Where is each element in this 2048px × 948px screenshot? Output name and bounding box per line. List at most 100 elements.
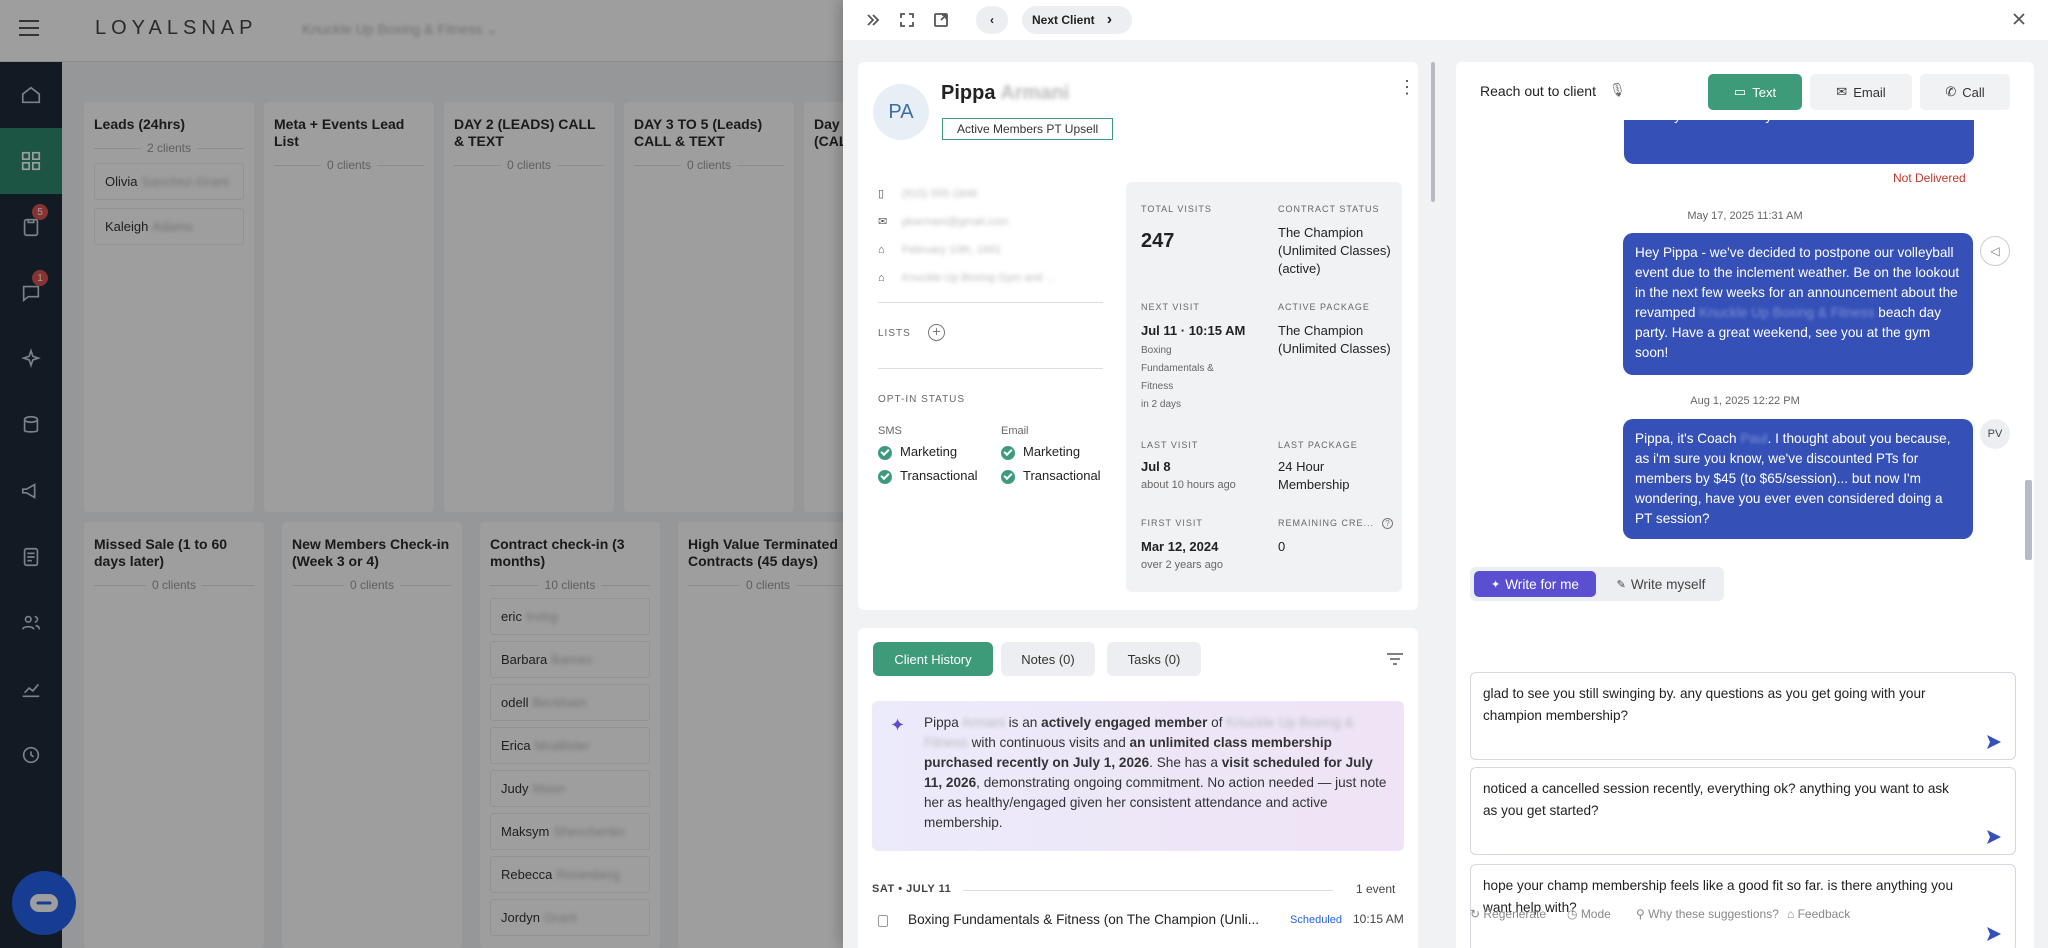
optin-sms-label: SMS xyxy=(878,425,902,437)
check-icon xyxy=(878,445,892,460)
outreach-panel: survey to give me your feedback? Reply w… xyxy=(1456,62,2034,948)
chevron-right-icon: › xyxy=(1106,11,1113,28)
sender-avatar: PV xyxy=(1980,419,2010,449)
contact-info: ▯ (915) 555-1848 ✉ pkarmani@gmail.com ⌂ Feb… xyxy=(878,180,1108,292)
message-date: May 17, 2025 11:31 AM xyxy=(1687,210,1803,222)
active-package-label: ACTIVE PACKAGE xyxy=(1278,302,1370,312)
divider xyxy=(878,368,1103,369)
regenerate-button[interactable]: ↻ Regenerate xyxy=(1470,907,1546,921)
suggestion-card[interactable]: glad to see you still swinging by. any q… xyxy=(1470,672,2016,760)
panel-scrollbar[interactable] xyxy=(2025,480,2030,560)
event-title: Boxing Fundamentals & Fitness (on The Ch… xyxy=(908,912,1260,927)
chevron-left-icon: ‹ xyxy=(990,13,994,27)
last-package-value: 24 Hour Membership xyxy=(1278,459,1350,492)
location-home-icon: ⌂ xyxy=(878,272,885,284)
next-client-label: Next Client xyxy=(1032,13,1095,27)
contact-phone[interactable]: ▯ (915) 555-1848 xyxy=(878,180,1108,208)
email-marketing: Marketing xyxy=(1001,443,1080,461)
total-visits-label: TOTAL VISITS xyxy=(1141,204,1212,214)
first-visit-label: FIRST VISIT xyxy=(1141,518,1203,528)
tab-tasks[interactable]: Tasks (0) xyxy=(1107,642,1201,676)
event-time: 10:15 AM xyxy=(1353,912,1404,926)
mail-icon: ✉ xyxy=(878,216,888,228)
ai-summary: ✦ Pippa Armani is an actively engaged me… xyxy=(872,701,1404,851)
more-options-icon[interactable]: ⋮ xyxy=(1398,78,1416,96)
client-last-name: Armani xyxy=(1000,82,1070,104)
write-for-me-button[interactable]: ✦ Write for me xyxy=(1474,571,1596,597)
tab-client-history[interactable]: Client History xyxy=(873,642,993,676)
expand-icon[interactable] xyxy=(899,12,915,33)
filter-icon[interactable] xyxy=(1386,652,1404,671)
next-client-button[interactable]: Next Client › xyxy=(1022,6,1132,34)
first-visit-value: Mar 12, 2024 xyxy=(1141,539,1219,554)
tab-notes[interactable]: Notes (0) xyxy=(1001,642,1095,676)
client-tag[interactable]: Active Members PT Upsell xyxy=(942,118,1114,140)
message-bubble: Pippa, it's Coach Paul. I thought about … xyxy=(1623,419,1973,539)
contact-email[interactable]: ✉ pkarmani@gmail.com xyxy=(878,208,1108,236)
announce-icon[interactable]: ◁ xyxy=(1980,236,2010,266)
message-icon: ▭ xyxy=(1733,84,1747,99)
timeline-count: 1 event xyxy=(1356,882,1396,896)
divider xyxy=(878,302,1103,303)
last-package-label: LAST PACKAGE xyxy=(1278,440,1358,450)
send-icon[interactable] xyxy=(1985,733,2003,751)
chat-title: Reach out to client xyxy=(1480,83,1596,99)
total-visits-value: 247 xyxy=(1141,230,1175,252)
last-visit-value: Jul 8 xyxy=(1141,459,1171,474)
contract-status-value: The Champion (Unlimited Classes) (active… xyxy=(1278,225,1391,276)
suggestion-card[interactable]: hope your champ membership feels like a … xyxy=(1470,864,2016,948)
send-icon[interactable] xyxy=(1985,828,2003,846)
mail-icon: ✉ xyxy=(1836,84,1848,99)
prev-client-button[interactable]: ‹ xyxy=(976,6,1008,34)
chat-header: Reach out to client 🎙 ▭ Text ✉ Email ✆ Call xyxy=(1456,62,2034,120)
open-external-icon[interactable] xyxy=(933,12,949,33)
message-date: Aug 1, 2025 12:22 PM xyxy=(1690,395,1800,407)
client-history-card: Client History Notes (0) Tasks (0) ✦ Pip… xyxy=(858,628,1418,948)
mode-button[interactable]: ◷ Mode xyxy=(1567,907,1611,921)
sparkle-icon: ✦ xyxy=(1491,578,1501,591)
microphone-icon[interactable]: 🎙 xyxy=(1609,82,1626,98)
profile-scrollbar[interactable] xyxy=(1431,62,1435,202)
suggestion-card[interactable]: noticed a cancelled session recently, ev… xyxy=(1470,767,2016,855)
optin-email-label: Email xyxy=(1001,425,1029,437)
email-transactional: Transactional xyxy=(1001,467,1101,485)
info-icon[interactable]: ? xyxy=(1382,518,1393,529)
client-first-name: Pippa xyxy=(941,82,996,104)
not-delivered-label: Not Delivered xyxy=(1893,171,1966,185)
client-profile-card: PA Pippa Armani Active Members PT Upsell… xyxy=(858,62,1418,610)
remaining-credits-label: REMAINING CRE... xyxy=(1278,518,1375,528)
call-button[interactable]: ✆ Call xyxy=(1920,74,2010,110)
next-visit-in: in 2 days xyxy=(1141,399,1182,410)
feedback-button[interactable]: ⌂ Feedback xyxy=(1787,907,1850,921)
check-icon xyxy=(878,469,892,484)
text-button[interactable]: ▭ Text xyxy=(1708,74,1802,110)
check-icon xyxy=(1001,445,1015,460)
write-myself-button[interactable]: ✎ Write myself xyxy=(1602,571,1720,597)
collapse-icon[interactable] xyxy=(865,12,881,33)
timeline-event[interactable]: Boxing Fundamentals & Fitness (on The Ch… xyxy=(872,912,1404,932)
phone-icon: ✆ xyxy=(1945,84,1957,99)
pencil-icon: ✎ xyxy=(1616,578,1626,591)
drawer-toolbar: ‹ Next Client › xyxy=(843,0,2048,40)
last-visit-label: LAST VISIT xyxy=(1141,440,1199,450)
suggestion-text: glad to see you still swinging by. any q… xyxy=(1483,686,1926,723)
first-visit-ago: over 2 years ago xyxy=(1141,559,1223,571)
remaining-credits-value: 0 xyxy=(1278,539,1286,554)
suggestion-text: noticed a cancelled session recently, ev… xyxy=(1483,781,1949,818)
sms-marketing: Marketing xyxy=(878,443,957,461)
client-avatar: PA xyxy=(873,84,929,140)
send-icon[interactable] xyxy=(1985,925,2003,943)
cake-icon: ⌂ xyxy=(878,244,885,256)
why-suggestions-button[interactable]: ⚲ Why these suggestions? xyxy=(1636,907,1779,921)
email-button[interactable]: ✉ Email xyxy=(1810,74,1912,110)
sms-transactional: Transactional xyxy=(878,467,978,485)
client-stats: TOTAL VISITS 247 CONTRACT STATUS The Cha… xyxy=(1126,182,1402,592)
modal-overlay[interactable] xyxy=(0,0,843,948)
optin-title: OPT-IN STATUS xyxy=(878,394,966,405)
phone-icon: ▯ xyxy=(878,188,885,200)
timeline-day: SAT • JULY 11 xyxy=(872,883,952,895)
divider xyxy=(963,890,1333,891)
add-list-icon[interactable]: + xyxy=(928,324,945,341)
client-drawer: ‹ Next Client › PA Pippa Armani Active M… xyxy=(843,0,2048,948)
close-icon[interactable] xyxy=(2011,11,2027,32)
